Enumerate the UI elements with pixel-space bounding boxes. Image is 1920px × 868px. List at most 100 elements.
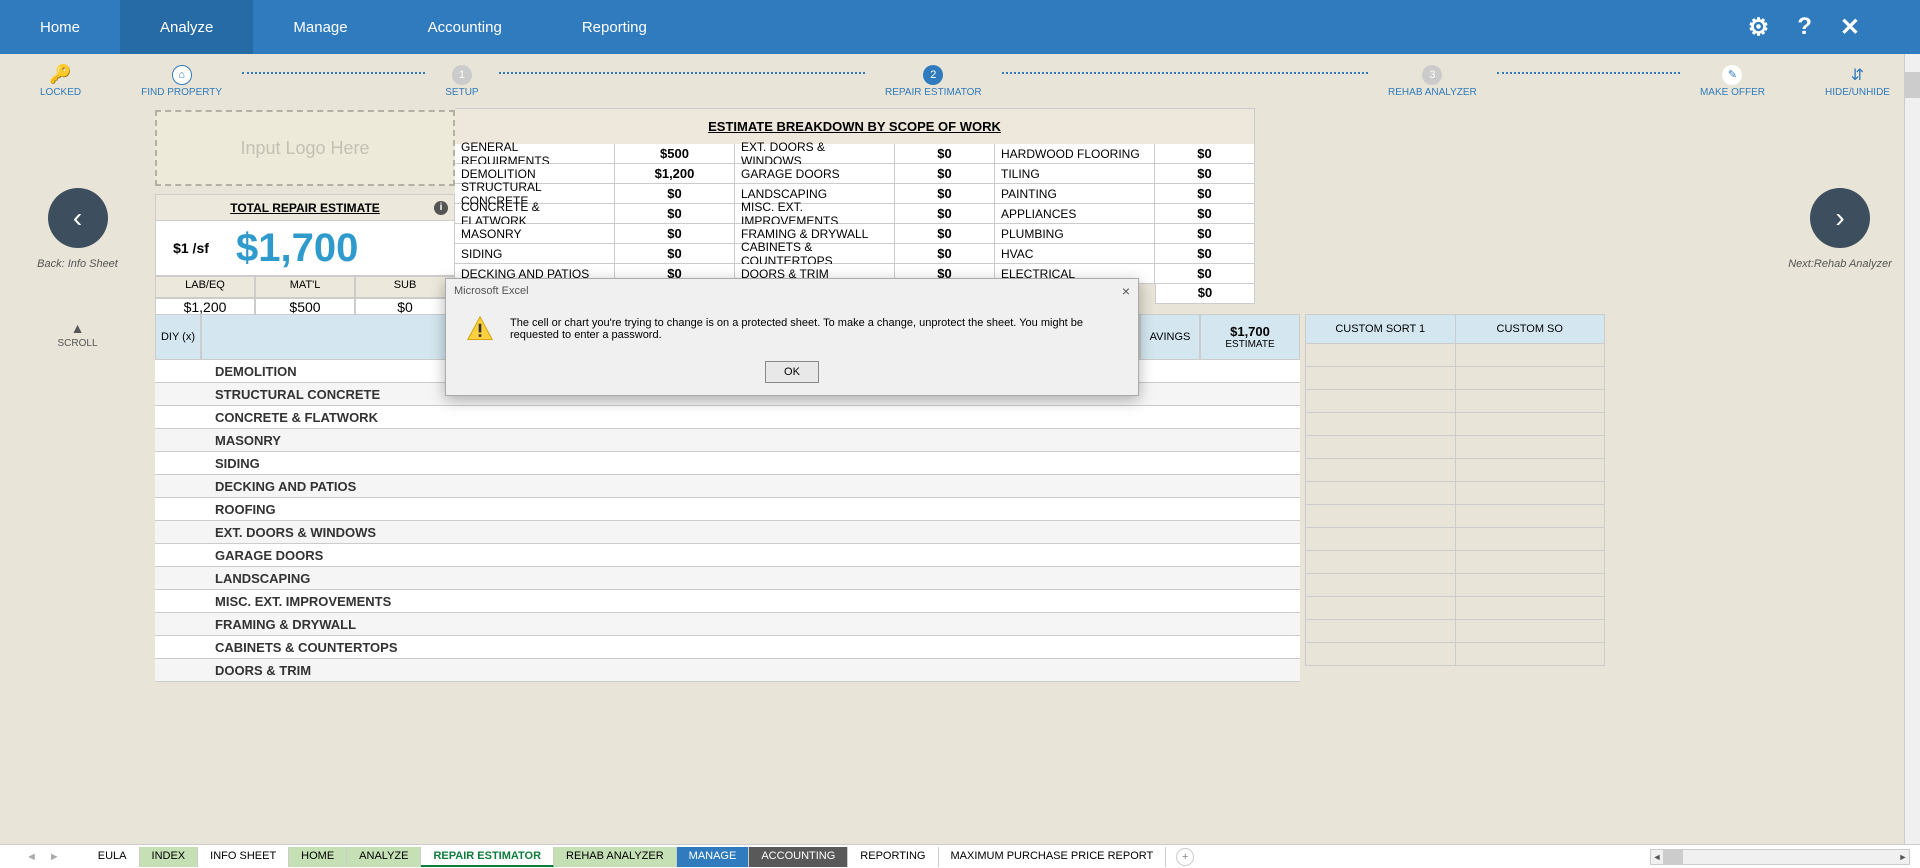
- diy-column-header[interactable]: DIY (x): [155, 314, 201, 360]
- hide-unhide-button[interactable]: ⇵ HIDE/UNHIDE: [1825, 65, 1890, 98]
- work-item-row[interactable]: SIDING: [155, 452, 1300, 475]
- breakdown-cell: MISC. EXT. IMPROVEMENTS: [735, 204, 895, 224]
- custom-sort-row[interactable]: [1305, 643, 1605, 666]
- locked-button[interactable]: 🔑 LOCKED: [40, 64, 81, 98]
- breakdown-cell: EXT. DOORS & WINDOWS: [735, 144, 895, 164]
- sheet-tab-eula[interactable]: EULA: [86, 847, 140, 867]
- custom-sort-row[interactable]: [1305, 367, 1605, 390]
- sheet-tab-index[interactable]: INDEX: [140, 847, 199, 867]
- custom-sort-row[interactable]: [1305, 528, 1605, 551]
- breakdown-cell: $0: [1155, 144, 1255, 164]
- custom-sort-row[interactable]: [1305, 597, 1605, 620]
- protected-sheet-dialog: Microsoft Excel × The cell or chart you'…: [445, 278, 1139, 396]
- horizontal-scrollbar[interactable]: ◄ ►: [1650, 849, 1910, 865]
- wf-rehab-analyzer[interactable]: 3 REHAB ANALYZER: [1388, 65, 1477, 98]
- breakdown-grid: GENERAL REQUIRMENTS$500EXT. DOORS & WIND…: [455, 144, 1255, 284]
- breakdown-cell: $0: [1155, 224, 1255, 244]
- breakdown-cell: $0: [895, 144, 995, 164]
- top-tab-analyze[interactable]: Analyze: [120, 0, 253, 54]
- home-icon: ⌂: [172, 65, 192, 85]
- sheet-tab-maximum-purchase-price-report[interactable]: MAXIMUM PURCHASE PRICE REPORT: [939, 847, 1167, 867]
- logo-placeholder[interactable]: Input Logo Here: [155, 110, 455, 186]
- estimate-column-header[interactable]: $1,700 ESTIMATE: [1200, 314, 1300, 360]
- breakdown-cell: $0: [895, 164, 995, 184]
- work-item-row[interactable]: ROOFING: [155, 498, 1300, 521]
- wf-find-property[interactable]: ⌂ FIND PROPERTY: [141, 65, 222, 98]
- total-value: $1,700: [226, 226, 368, 271]
- breakdown-cell: $0: [615, 244, 735, 264]
- sheet-tab-home[interactable]: HOME: [289, 847, 347, 867]
- custom-sort-1-header[interactable]: CUSTOM SORT 1: [1305, 314, 1456, 344]
- sheet-nav-prev[interactable]: ◄: [20, 851, 43, 863]
- breakdown-cell: TILING: [995, 164, 1155, 184]
- custom-sort-row[interactable]: [1305, 459, 1605, 482]
- breakdown-cell: GARAGE DOORS: [735, 164, 895, 184]
- custom-sort-row[interactable]: [1305, 436, 1605, 459]
- custom-sort-row[interactable]: [1305, 505, 1605, 528]
- info-icon[interactable]: i: [434, 201, 448, 215]
- work-item-row[interactable]: MASONRY: [155, 429, 1300, 452]
- sheet-tab-accounting[interactable]: ACCOUNTING: [749, 847, 848, 867]
- breakdown-cell: $0: [1155, 204, 1255, 224]
- wf-repair-estimator[interactable]: 2 REPAIR ESTIMATOR: [885, 65, 982, 98]
- vertical-scrollbar[interactable]: [1904, 54, 1920, 844]
- help-icon[interactable]: ?: [1797, 13, 1812, 41]
- workflow-bar: 🔑 LOCKED ⌂ FIND PROPERTY 1 SETUP 2 REPAI…: [0, 54, 1920, 108]
- breakdown-cell: $0: [1155, 164, 1255, 184]
- custom-sort-2-header[interactable]: CUSTOM SO: [1456, 314, 1606, 344]
- top-tab-manage[interactable]: Manage: [253, 0, 387, 54]
- custom-sort-row[interactable]: [1305, 551, 1605, 574]
- custom-sort-row[interactable]: [1305, 390, 1605, 413]
- sheet-nav-next[interactable]: ►: [43, 851, 66, 863]
- sheet-tab-manage[interactable]: MANAGE: [677, 847, 750, 867]
- work-item-row[interactable]: FRAMING & DRYWALL: [155, 613, 1300, 636]
- scroll-button[interactable]: ▲ SCROLL: [57, 320, 97, 349]
- custom-sort-row[interactable]: [1305, 574, 1605, 597]
- custom-sort-row[interactable]: [1305, 344, 1605, 367]
- total-repair-value: $1 /sf $1,700: [155, 220, 455, 276]
- breakdown-cell: $500: [615, 144, 735, 164]
- cost-column-headers: LAB/EQMAT'LSUB: [155, 276, 455, 298]
- custom-sort-row[interactable]: [1305, 482, 1605, 505]
- next-label: Next:Rehab Analyzer: [1788, 258, 1892, 270]
- custom-sort-row[interactable]: [1305, 620, 1605, 643]
- sheet-tab-repair-estimator[interactable]: REPAIR ESTIMATOR: [421, 847, 554, 867]
- work-item-row[interactable]: CABINETS & COUNTERTOPS: [155, 636, 1300, 659]
- sheet-tab-analyze[interactable]: ANALYZE: [347, 847, 421, 867]
- work-item-row[interactable]: DOORS & TRIM: [155, 659, 1300, 682]
- breakdown-cell: PAINTING: [995, 184, 1155, 204]
- wf-make-offer[interactable]: ✎ MAKE OFFER: [1700, 65, 1765, 98]
- work-item-row[interactable]: CONCRETE & FLATWORK: [155, 406, 1300, 429]
- breakdown-cell: APPLIANCES: [995, 204, 1155, 224]
- sheet-tab-rehab-analyzer[interactable]: REHAB ANALYZER: [554, 847, 677, 867]
- breakdown-cell: $1,200: [615, 164, 735, 184]
- work-item-row[interactable]: LANDSCAPING: [155, 567, 1300, 590]
- custom-sort-row[interactable]: [1305, 413, 1605, 436]
- gear-icon[interactable]: ⚙: [1748, 13, 1770, 42]
- new-sheet-button[interactable]: +: [1176, 848, 1194, 866]
- breakdown-cell: $0: [895, 224, 995, 244]
- savings-column-header[interactable]: AVINGS: [1140, 314, 1200, 360]
- breakdown-extra: $0: [1155, 284, 1255, 304]
- dialog-ok-button[interactable]: OK: [765, 361, 819, 383]
- wf-setup[interactable]: 1 SETUP: [445, 65, 478, 98]
- top-tab-accounting[interactable]: Accounting: [388, 0, 542, 54]
- work-item-row[interactable]: EXT. DOORS & WINDOWS: [155, 521, 1300, 544]
- breakdown-cell: $0: [1155, 184, 1255, 204]
- sheet-tab-reporting[interactable]: REPORTING: [848, 847, 938, 867]
- top-tab-home[interactable]: Home: [0, 0, 120, 54]
- work-item-row[interactable]: GARAGE DOORS: [155, 544, 1300, 567]
- dialog-close-button[interactable]: ×: [1122, 283, 1130, 299]
- total-repair-estimate-label: TOTAL REPAIR ESTIMATE i: [155, 194, 455, 220]
- breakdown-cell: CABINETS & COUNTERTOPS: [735, 244, 895, 264]
- top-tab-reporting[interactable]: Reporting: [542, 0, 687, 54]
- back-button[interactable]: ‹: [48, 188, 108, 248]
- work-item-row[interactable]: DECKING AND PATIOS: [155, 475, 1300, 498]
- breakdown-cell: MASONRY: [455, 224, 615, 244]
- close-icon[interactable]: ✕: [1840, 13, 1860, 42]
- back-label: Back: Info Sheet: [37, 258, 118, 270]
- next-button[interactable]: ›: [1810, 188, 1870, 248]
- sheet-tab-info-sheet[interactable]: INFO SHEET: [198, 847, 289, 867]
- work-item-row[interactable]: MISC. EXT. IMPROVEMENTS: [155, 590, 1300, 613]
- arrows-icon: ⇵: [1851, 65, 1864, 85]
